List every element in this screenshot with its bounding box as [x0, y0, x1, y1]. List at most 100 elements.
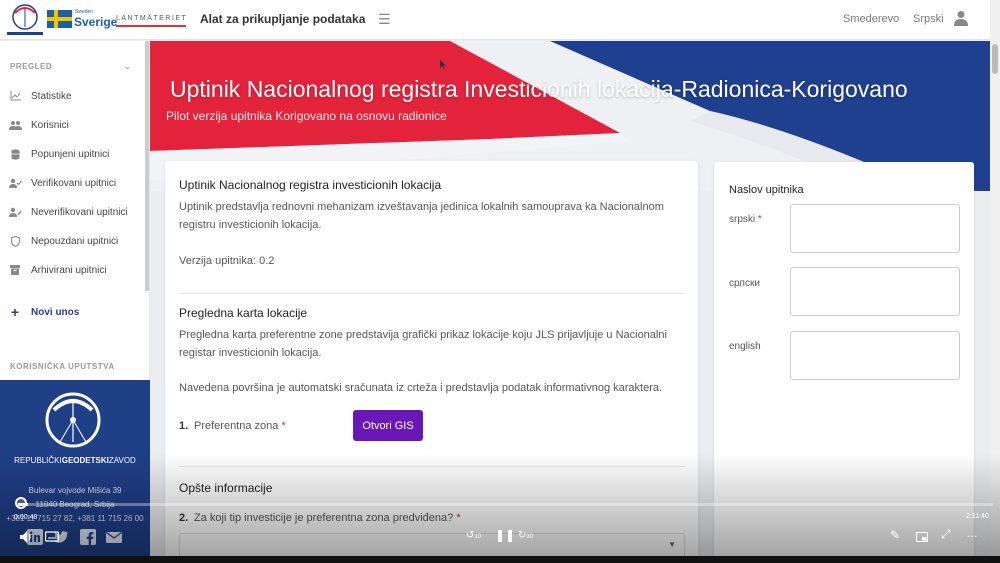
chevron-down-icon[interactable]: ⌄ — [124, 61, 132, 72]
exit-fullscreen-icon[interactable]: ⤢ — [941, 527, 951, 542]
users-icon — [8, 119, 22, 131]
section-title: Uptinik Nacionalnog registra investicion… — [179, 178, 442, 192]
section-description: registru investicionih lokacija. — [179, 219, 322, 231]
title-english-textarea[interactable] — [790, 331, 960, 380]
required-marker: * — [456, 512, 461, 524]
sidebar-item-korisnici[interactable]: Korisnici — [8, 115, 143, 135]
sidebar-item-popunjeni[interactable]: Popunjeni upitnici — [8, 144, 143, 164]
investment-type-select[interactable]: ▼ — [179, 533, 685, 557]
pause-button[interactable]: ❚❚ — [495, 528, 515, 542]
title-srpski-textarea[interactable] — [790, 204, 960, 253]
pen-icon[interactable]: ✎ — [890, 528, 900, 542]
question-label: Za koji tip investicije je preferentna z… — [194, 512, 461, 524]
page-subtitle: Pilot verzija upitnika Korigovano na osn… — [166, 109, 447, 123]
player-progress-bar[interactable] — [18, 503, 993, 506]
location-menu[interactable]: Smederevo — [843, 13, 899, 25]
section-title: Pregledna karta lokacije — [179, 306, 308, 320]
question-label: Preferentna zona * — [194, 420, 286, 432]
sidebar-item-neverifikovani[interactable]: Neverifikovani upitnici — [8, 202, 143, 222]
section-title: Opšte informacije — [179, 481, 273, 495]
player-progress-knob[interactable] — [15, 497, 27, 509]
rewind-label: 10 — [474, 534, 482, 540]
chart-line-icon — [8, 90, 22, 102]
sidebar-section-pregled: PREGLED — [10, 62, 53, 71]
mail-icon[interactable] — [106, 529, 122, 545]
address-line-1: Bulevar vojvode Mišića 39 — [28, 486, 122, 495]
divider — [179, 293, 685, 294]
forward-label: 30 — [526, 534, 534, 540]
sidebar-item-label: Popunjeni upitnici — [31, 148, 110, 160]
version-text: Verzija upitnika: 0.2 — [179, 255, 275, 267]
sidebar-item-label: Neverifikovani upitnici — [31, 206, 128, 218]
mouse-cursor-icon — [440, 60, 446, 69]
org-name-part: ZAVOD — [108, 456, 136, 465]
sidebar-item-label: Novi unos — [31, 306, 80, 318]
field-label-english: english — [729, 341, 761, 352]
player-current-time: 0:00:48 — [14, 514, 38, 521]
volume-icon[interactable] — [20, 531, 40, 543]
sidebar: PREGLED ⌄ Statistike Korisnici Popunjeni… — [0, 41, 150, 563]
field-label-text: srpski — [729, 214, 756, 225]
user-icon[interactable] — [954, 10, 968, 26]
lantmateriet-logo-text: LANTMÄTERIET — [116, 15, 188, 22]
archive-icon — [8, 264, 22, 276]
more-options-icon[interactable]: … — [966, 526, 979, 540]
org-name: REPUBLIČKIGEODETSKIZAVOD — [0, 456, 150, 465]
facebook-icon[interactable] — [80, 529, 96, 545]
area-note: Navedena površina je automatski sračunat… — [179, 382, 663, 394]
sidebar-item-arhivirani[interactable]: Arhivirani upitnici — [8, 260, 143, 280]
pip-icon[interactable] — [916, 532, 928, 542]
sidebar-section-guide: KORISNIČKA UPUTSTVA — [10, 362, 115, 371]
scrollbar-thumb[interactable] — [992, 44, 998, 74]
section-description: Uptinik predstavlja rednovni mehanizam i… — [179, 201, 664, 213]
page-scrollbar[interactable] — [990, 0, 1000, 563]
panel-heading: Naslov upitnika — [729, 184, 804, 196]
user-edit-icon — [8, 206, 22, 218]
required-marker: * — [281, 420, 286, 432]
question-text: Preferentna zona — [194, 420, 279, 432]
page-title: Uptinik Nacionalnog registra Investicion… — [170, 76, 908, 102]
captions-icon[interactable] — [45, 531, 59, 543]
org-name-part: REPUBLIČKI — [14, 456, 62, 465]
rgz-emblem-icon — [45, 392, 101, 448]
menu-toggle-icon[interactable]: ☰ — [378, 11, 391, 28]
field-label-srpski: srpski * — [729, 214, 762, 225]
sidebar-item-novi-unos[interactable]: + Novi unos — [8, 302, 143, 322]
sidebar-item-label: Statistike — [31, 90, 72, 102]
field-label-cyrillic: српски — [729, 278, 760, 289]
sweden-flag-icon — [47, 10, 72, 28]
plus-icon: + — [10, 304, 20, 320]
shield-icon — [8, 235, 22, 247]
sverige-logo-text: Sverige — [74, 15, 118, 29]
app-title: Alat za prikupljanje podataka — [200, 12, 366, 26]
top-bar: Sweden Sverige LANTMÄTERIET Alat za prik… — [0, 0, 1000, 40]
question-text: Za koji tip investicije je preferentna z… — [194, 512, 454, 524]
language-menu[interactable]: Srpski — [913, 13, 944, 25]
title-cyrillic-textarea[interactable] — [790, 267, 960, 316]
user-check-icon — [8, 177, 22, 189]
player-bottom-strip — [0, 556, 1000, 563]
forward-30-button[interactable]: ↻30 — [518, 530, 533, 541]
sidebar-item-nepouzdani[interactable]: Nepouzdani upitnici — [8, 231, 143, 251]
divider — [179, 466, 685, 467]
open-gis-button[interactable]: Otvori GIS — [353, 410, 423, 441]
sidebar-item-label: Verifikovani upitnici — [31, 177, 117, 189]
sidebar-scrollbar[interactable] — [145, 41, 149, 291]
database-icon — [8, 148, 22, 160]
lantmateriet-underline — [116, 25, 186, 27]
sidebar-item-label: Korisnici — [31, 119, 69, 131]
player-total-time: 2:11:40 — [966, 513, 989, 520]
sidebar-item-statistike[interactable]: Statistike — [8, 86, 143, 106]
question-number: 2. — [179, 512, 189, 524]
chevron-down-icon: ▼ — [668, 540, 676, 549]
sidebar-item-label: Nepouzdani upitnici — [31, 235, 119, 247]
section-description: Pregledna karta preferentne zone predsta… — [179, 329, 667, 341]
section-description: registar investicionih lokacija. — [179, 347, 322, 359]
required-marker: * — [757, 214, 762, 225]
org-name-part: GEODETSKI — [61, 456, 109, 465]
question-number: 1. — [179, 420, 189, 432]
rgz-logo-icon — [7, 4, 43, 35]
sidebar-item-verifikovani[interactable]: Verifikovani upitnici — [8, 173, 143, 193]
rewind-10-button[interactable]: ↺10 — [466, 530, 481, 541]
sidebar-item-label: Arhivirani upitnici — [31, 264, 107, 276]
